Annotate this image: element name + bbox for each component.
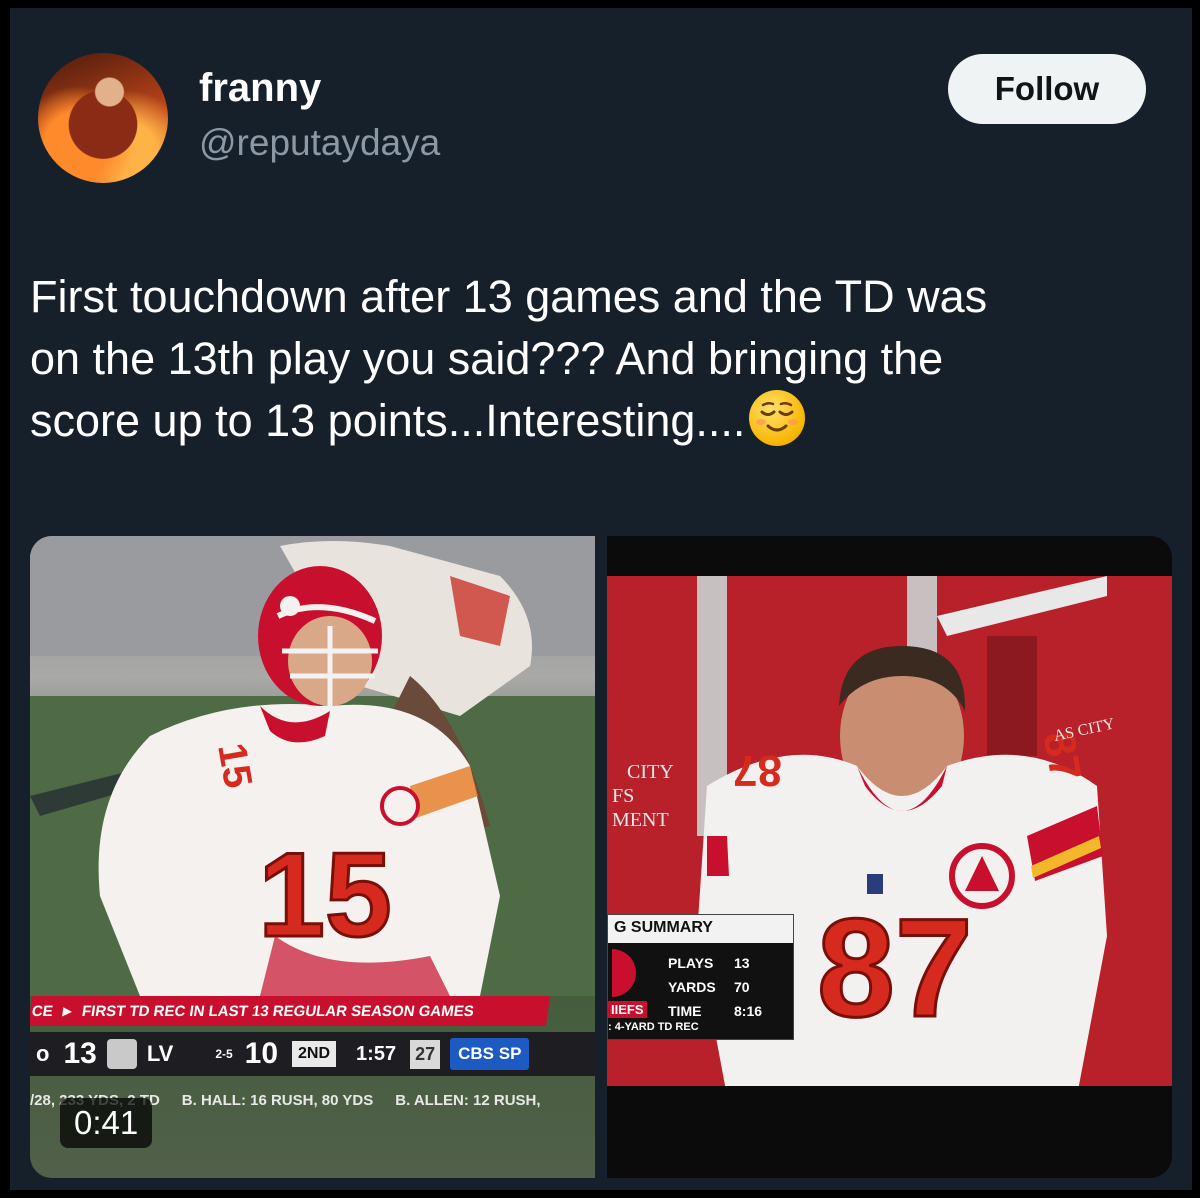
summary-label: TIME [668,1003,702,1019]
chyron-prefix: CE [30,1002,55,1020]
team2-abbr: LV [146,1041,174,1066]
summary-footer: : 4-YARD TD REC [608,1021,699,1033]
game-clock: 1:57 [356,1042,397,1065]
chyron-banner: CE ▶ FIRST TD REC IN LAST 13 REGULAR SEA… [30,996,551,1026]
wall-text: MENT [612,809,669,831]
network-logo: CBS SP [450,1038,530,1070]
team1-score: 13 [63,1037,97,1070]
tweet-card: franny @reputaydaya Follow First touchdo… [10,8,1192,1190]
scorebug: o 13 LV 2-5 10 2ND 1:57 27 CBS SP [30,1032,595,1076]
team2-score: 10 [244,1037,279,1070]
chyron-text: FIRST TD REC IN LAST 13 REGULAR SEASON G… [80,1002,475,1020]
summary-row: PLAYS 13 [668,955,750,971]
video-frame-illustration: 15 15 [30,536,595,996]
summary-value: 13 [734,955,750,971]
chiefs-logo-icon [612,949,636,997]
summary-row: TIME 8:16 [668,1003,762,1019]
play-clock: 27 [410,1039,441,1069]
video-thumbnail[interactable]: 15 15 CE ▶ FIRST TD REC IN LAST 13 REGUL… [30,536,595,1178]
summary-title: G SUMMARY [608,915,793,943]
summary-row: YARDS 70 [668,979,750,995]
video-duration: 0:41 [60,1098,153,1148]
jersey-number-87: 87 [817,889,973,1046]
tweet-text-line: First touchdown after 13 games and the T… [30,271,988,322]
author-name[interactable]: franny [199,66,321,111]
summary-value: 70 [734,979,750,995]
relieved-face-emoji-icon [749,390,806,446]
summary-label: PLAYS [668,955,714,971]
ticker-item: B. HALL: 16 RUSH, 80 YDS [181,1091,374,1109]
summary-team: IIEFS [608,1001,647,1018]
tweet-text-line-end: score up to 13 points...Interesting.... [30,395,746,446]
team2-record: 2-5 [215,1047,233,1061]
tweet-text-line: on the 13th play you said??? And bringin… [30,333,944,384]
raiders-logo-icon [106,1039,137,1069]
ticker-item: B. ALLEN: 12 RUSH, [395,1091,541,1109]
wall-text: CITY [627,761,674,783]
photo-thumbnail[interactable]: 87 87 87 CITY FS MENT AS CITY G SUMMARY … [607,536,1172,1178]
summary-label: YARDS [668,979,716,995]
play-arrow-icon: ▶ [61,1004,74,1018]
tweet-text: First touchdown after 13 games and the T… [30,266,1170,452]
sleeve-number: 15 [209,740,260,791]
quarter: 2ND [292,1041,337,1067]
score-prefix: o [36,1041,50,1066]
sleeve-number-left: 87 [733,746,782,795]
drive-summary-panel: G SUMMARY PLAYS 13 YARDS 70 TIME 8:16 II… [607,914,794,1040]
follow-button[interactable]: Follow [948,54,1146,124]
photo-illustration: 87 87 87 CITY FS MENT AS CITY [607,576,1172,1178]
summary-value: 8:16 [734,1003,763,1019]
author-handle[interactable]: @reputaydaya [199,122,440,164]
tweet-text-line: score up to 13 points...Interesting.... [30,390,1170,452]
avatar[interactable] [38,53,168,183]
wall-text: FS [612,785,634,807]
